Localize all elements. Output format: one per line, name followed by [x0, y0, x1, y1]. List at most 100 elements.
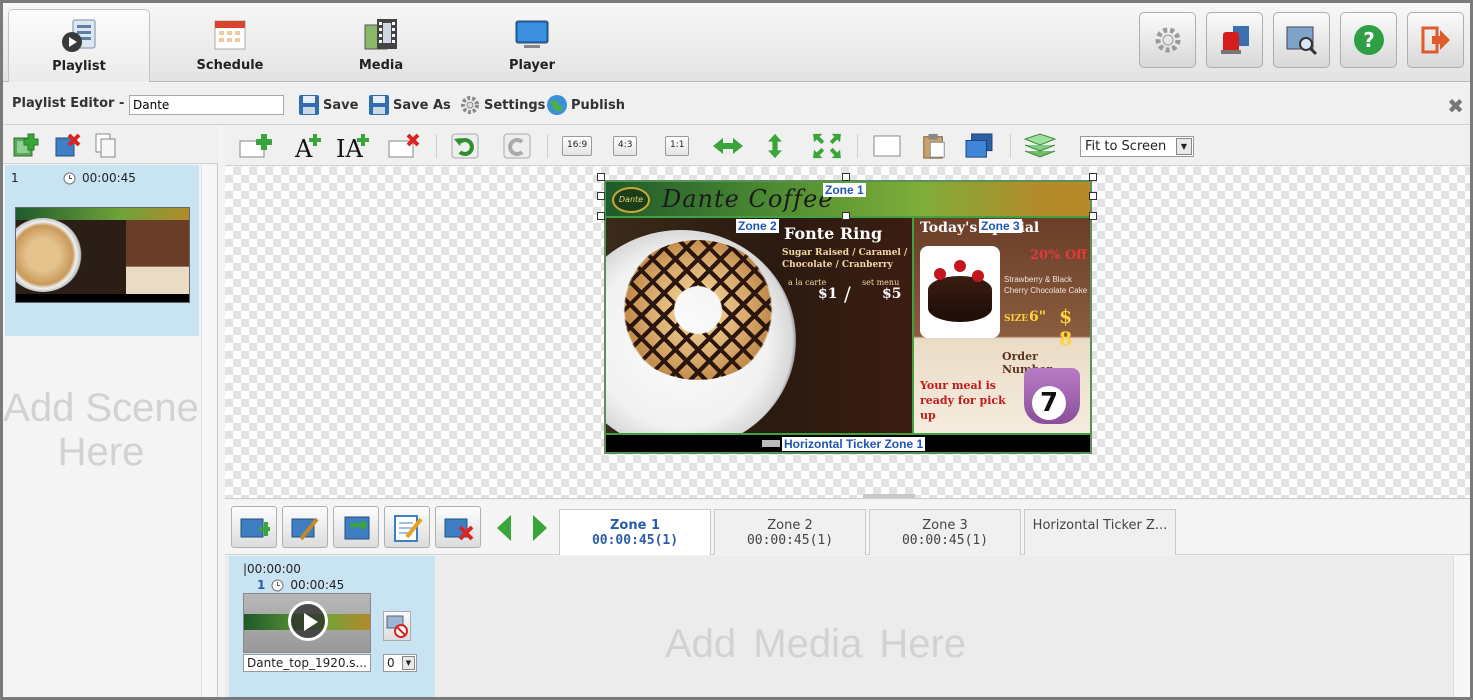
- scene-number: 1: [11, 171, 19, 185]
- undo-icon[interactable]: [451, 133, 479, 159]
- edit-media-button[interactable]: [282, 506, 328, 548]
- close-editor-icon[interactable]: ✖: [1447, 94, 1464, 118]
- tab-schedule-label: Schedule: [196, 58, 264, 73]
- tab-zone-1-duration: 00:00:45(1): [591, 533, 679, 548]
- resize-handle[interactable]: [1089, 173, 1097, 181]
- copy-scene-icon[interactable]: [95, 133, 117, 162]
- zone-3[interactable]: Today's Special 20% Off Strawberry & Bla…: [913, 217, 1091, 434]
- copy-zone-icon[interactable]: [873, 133, 903, 159]
- gear-icon: [461, 96, 479, 114]
- add-media-button[interactable]: [231, 506, 277, 548]
- canvas-splitter[interactable]: [863, 494, 915, 498]
- save-as-button[interactable]: Save As: [368, 94, 451, 116]
- logout-icon: [1421, 26, 1450, 54]
- publish-button[interactable]: Publish: [546, 94, 625, 116]
- redo-icon[interactable]: [503, 133, 531, 159]
- alarm-button[interactable]: [1206, 12, 1263, 68]
- no-media-button[interactable]: [383, 611, 411, 641]
- zone-media-toolbar: Zone 1 00:00:45(1) Zone 2 00:00:45(1) Zo…: [225, 500, 1470, 555]
- tab-playlist[interactable]: Playlist: [8, 9, 150, 82]
- ticker-zone[interactable]: Horizontal Ticker Zone 1: [605, 434, 1091, 453]
- delete-zone-icon[interactable]: [388, 133, 422, 159]
- resize-handle[interactable]: [1089, 212, 1097, 220]
- tab-media-label: Media: [358, 58, 404, 73]
- help-icon: ?: [1354, 25, 1384, 55]
- tab-zone-3-duration: 00:00:45(1): [901, 533, 989, 548]
- media-item[interactable]: |00:00:00 1 00:00:45 Dante_top_1920.s...…: [229, 556, 435, 697]
- resize-handle[interactable]: [597, 192, 605, 200]
- notepad-icon: [394, 515, 423, 542]
- tab-player-label: Player: [508, 58, 556, 73]
- media-timeline: |00:00:00 1 00:00:45 Dante_top_1920.s...…: [225, 556, 1470, 697]
- tab-media[interactable]: Media: [310, 9, 452, 82]
- resize-handle[interactable]: [597, 173, 605, 181]
- add-ticker-icon[interactable]: IA: [335, 133, 371, 159]
- logout-button[interactable]: [1407, 12, 1464, 68]
- scene-thumbnail: [15, 207, 190, 303]
- layer-stack-icon[interactable]: [963, 133, 995, 159]
- ratio-4-3-button[interactable]: 4:3: [613, 136, 638, 156]
- stretch-horizontal-icon[interactable]: [711, 133, 745, 159]
- replace-media-button[interactable]: [333, 506, 379, 548]
- timeline-start: |00:00:00: [243, 562, 301, 576]
- app-window: Playlist Schedule Media Player ? Playlis…: [0, 0, 1473, 700]
- fullscreen-icon[interactable]: [811, 133, 843, 159]
- discount-text: 20% Off: [1030, 248, 1087, 263]
- price-divider: /: [844, 282, 851, 306]
- tab-ticker-zone[interactable]: Horizontal Ticker Z...: [1024, 509, 1176, 555]
- resize-handle[interactable]: [842, 212, 850, 220]
- paste-icon[interactable]: [921, 133, 947, 159]
- resize-handle[interactable]: [1089, 192, 1097, 200]
- layers-icon[interactable]: [1023, 133, 1057, 159]
- tab-zone-3[interactable]: Zone 3 00:00:45(1): [869, 509, 1021, 555]
- search-display-icon: [1286, 26, 1318, 56]
- zone-2[interactable]: Fonte Ring Sugar Raised / Caramel / Choc…: [605, 217, 913, 434]
- no-display-icon: [386, 615, 408, 638]
- save-icon: [299, 95, 319, 115]
- arrow-left-icon[interactable]: [495, 514, 513, 542]
- order-ready-text: Your meal is ready for pick up: [920, 379, 1006, 422]
- design-canvas[interactable]: Dante Dante Coffee Zone 1 Fonte Ring Sug…: [225, 167, 1470, 499]
- add-scene-icon[interactable]: [13, 133, 39, 162]
- playlist-name-input[interactable]: [129, 95, 284, 115]
- scene-scrollbar[interactable]: [201, 165, 216, 697]
- layout-preview: Dante Dante Coffee Zone 1 Fonte Ring Sug…: [604, 180, 1092, 454]
- timeline-scrollbar[interactable]: [1453, 556, 1470, 697]
- tab-schedule[interactable]: Schedule: [159, 9, 301, 82]
- tab-playlist-label: Playlist: [52, 59, 106, 74]
- play-icon[interactable]: [288, 601, 328, 641]
- tab-zone-1[interactable]: Zone 1 00:00:45(1): [559, 509, 711, 555]
- alarm-icon: [1221, 26, 1249, 54]
- tab-zone-1-name: Zone 1: [609, 518, 660, 533]
- resize-handle[interactable]: [842, 173, 850, 181]
- help-button[interactable]: ?: [1340, 12, 1397, 68]
- globe-icon: [547, 95, 567, 115]
- settings-button[interactable]: [1139, 12, 1196, 68]
- search-display-button[interactable]: [1273, 12, 1330, 68]
- magic-wand-icon: [291, 517, 319, 541]
- properties-button[interactable]: [384, 506, 430, 548]
- arrow-right-icon[interactable]: [531, 514, 549, 542]
- remove-media-icon: [444, 518, 474, 541]
- ticker-icon: [762, 440, 780, 447]
- thumb-ticker: [16, 294, 189, 302]
- tab-zone-2[interactable]: Zone 2 00:00:45(1): [714, 509, 866, 555]
- repeat-count-select[interactable]: 0 ▼: [383, 654, 417, 672]
- stretch-vertical-icon[interactable]: [761, 133, 789, 159]
- scene-toolbar: [3, 126, 218, 164]
- ratio-16-9-button[interactable]: 16:9: [562, 136, 593, 156]
- strawberry: [934, 268, 946, 280]
- resize-handle[interactable]: [597, 212, 605, 220]
- remove-media-button[interactable]: [435, 506, 481, 548]
- tab-zone-3-name: Zone 3: [922, 518, 968, 533]
- cake-price: $ 8: [1059, 306, 1073, 350]
- add-text-icon[interactable]: A: [293, 133, 323, 159]
- tab-player[interactable]: Player: [461, 9, 603, 82]
- scene-item[interactable]: 1 00:00:45: [5, 165, 199, 336]
- add-zone-icon[interactable]: [239, 133, 273, 159]
- fit-mode-select[interactable]: Fit to Screen ▼: [1080, 136, 1194, 157]
- delete-scene-icon[interactable]: [55, 133, 81, 162]
- ratio-1-1-button[interactable]: 1:1: [665, 136, 690, 156]
- save-button[interactable]: Save: [298, 94, 358, 116]
- settings-action[interactable]: Settings: [459, 94, 545, 116]
